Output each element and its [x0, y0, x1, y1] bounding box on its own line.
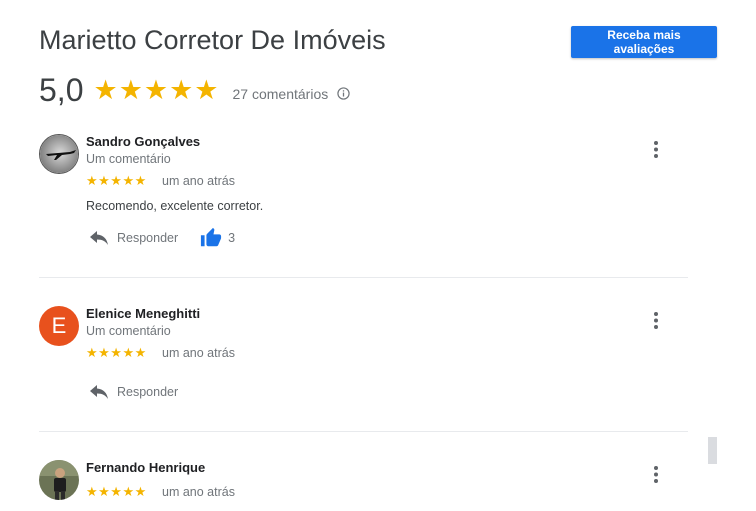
- avatar[interactable]: [39, 460, 79, 500]
- info-icon[interactable]: [337, 87, 350, 100]
- more-options-icon[interactable]: [651, 311, 661, 331]
- review-item: E Elenice Meneghitti Um comentário ★★★★★…: [39, 306, 699, 406]
- more-options-icon[interactable]: [651, 465, 661, 485]
- review-actions: Responder: [89, 384, 178, 400]
- reviewer-review-count: Um comentário: [86, 324, 171, 338]
- review-divider: [39, 277, 688, 278]
- review-time: um ano atrás: [162, 485, 235, 499]
- review-time: um ano atrás: [162, 174, 235, 188]
- thumbs-up-icon[interactable]: [200, 227, 222, 249]
- review-text: Recomendo, excelente corretor.: [86, 199, 264, 213]
- review-stars: ★★★★★: [86, 345, 147, 360]
- reply-button[interactable]: Responder: [117, 231, 178, 245]
- reviewer-review-count: Um comentário: [86, 152, 171, 166]
- page-title: Marietto Corretor De Imóveis: [39, 25, 386, 55]
- scrollbar-thumb[interactable]: [708, 437, 717, 464]
- reviewer-name[interactable]: Sandro Gonçalves: [86, 134, 200, 149]
- review-time: um ano atrás: [162, 346, 235, 360]
- rating-summary: 5,0 ★★★★★ 27 comentários: [39, 72, 350, 109]
- average-rating-stars: ★★★★★: [93, 75, 220, 105]
- review-item: Sandro Gonçalves Um comentário ★★★★★ um …: [39, 134, 699, 254]
- airplane-photo-icon: [40, 135, 78, 173]
- review-actions: Responder 3: [89, 227, 235, 249]
- review-stars: ★★★★★: [86, 484, 147, 499]
- reviewer-name[interactable]: Elenice Meneghitti: [86, 306, 200, 321]
- avatar[interactable]: E: [39, 306, 79, 346]
- reply-icon[interactable]: [89, 230, 109, 246]
- review-divider: [39, 431, 688, 432]
- avatar[interactable]: [39, 134, 79, 174]
- reviewer-name[interactable]: Fernando Henrique: [86, 460, 205, 475]
- person-photo-icon: [39, 460, 79, 500]
- reply-icon[interactable]: [89, 384, 109, 400]
- review-stars: ★★★★★: [86, 173, 147, 188]
- get-more-reviews-button[interactable]: Receba mais avaliações: [571, 26, 717, 58]
- more-options-icon[interactable]: [651, 140, 661, 160]
- review-count-link[interactable]: 27 comentários: [233, 86, 329, 102]
- average-rating: 5,0: [39, 72, 84, 108]
- reply-button[interactable]: Responder: [117, 385, 178, 399]
- like-count: 3: [228, 231, 236, 245]
- review-item: Fernando Henrique ★★★★★ um ano atrás: [39, 460, 699, 511]
